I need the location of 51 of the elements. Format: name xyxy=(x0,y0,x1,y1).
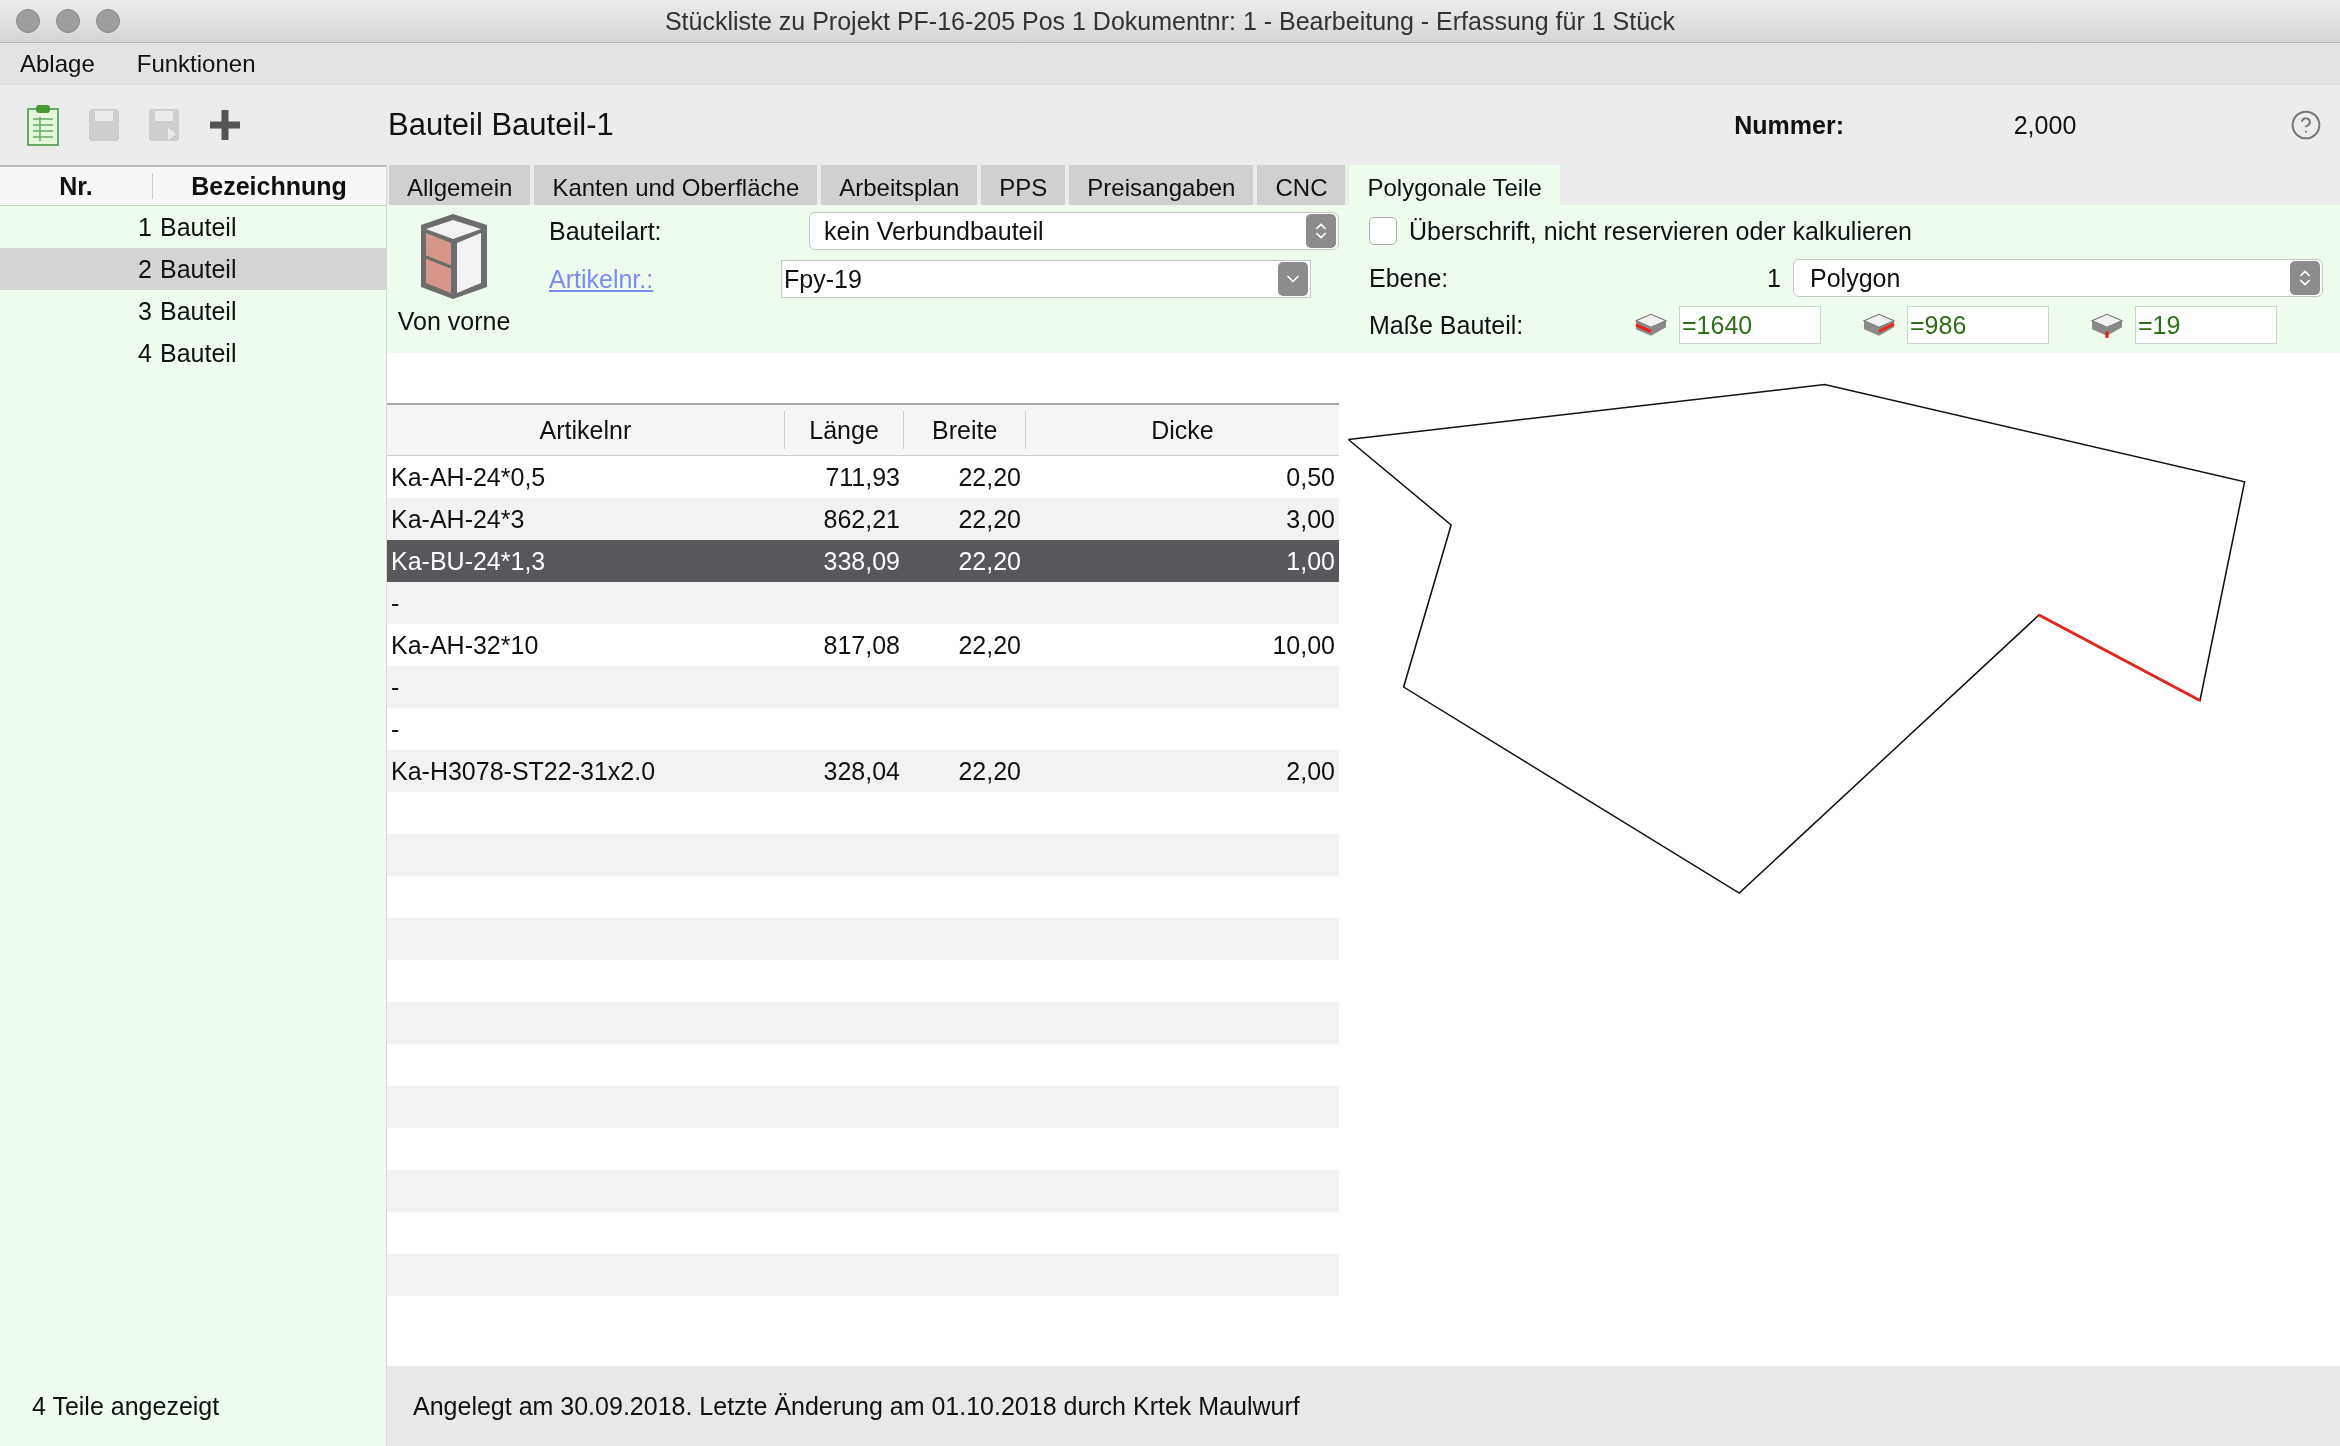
status-text: Angelegt am 30.09.2018. Letzte Änderung am 01.10.2018 durch Krtek Maulwurf xyxy=(413,1391,1300,1421)
dimension-field[interactable]: =986 xyxy=(1907,306,2049,344)
tab[interactable]: Allgemein xyxy=(389,165,531,205)
tab[interactable]: Preisangaben xyxy=(1069,165,1254,205)
table-row[interactable]: Ka-BU-24*1,3 338,09 22,20 1,00 xyxy=(387,540,1339,582)
part-list-row[interactable]: 2 Bauteil xyxy=(0,248,386,290)
field-label: Ebene: xyxy=(1368,263,1450,293)
part-list-row[interactable]: 4 Bauteil xyxy=(0,332,386,374)
tab[interactable]: PPS xyxy=(981,165,1066,205)
checkbox[interactable] xyxy=(1369,217,1397,245)
table-row[interactable]: Ka-H3078-ST22-31x2.0 328,04 22,20 2,00 xyxy=(387,750,1339,792)
number-label: Nummer: xyxy=(1734,110,1844,140)
close-window-button[interactable] xyxy=(16,9,40,33)
article-combo-box[interactable]: Fpy-19 xyxy=(781,260,1311,298)
number-value: 2,000 xyxy=(2012,110,2078,140)
tab[interactable]: CNC xyxy=(1257,165,1346,205)
column-header[interactable]: Nr. xyxy=(0,173,153,199)
part-title: Bauteil Bauteil-1 xyxy=(388,107,614,143)
field-label: Maße Bauteil: xyxy=(1368,310,1525,340)
add-button[interactable] xyxy=(208,108,242,142)
help-icon[interactable] xyxy=(2290,109,2322,141)
menu-item[interactable]: Ablage xyxy=(20,50,95,78)
minimize-window-button[interactable] xyxy=(56,9,80,33)
table-row[interactable]: Ka-AH-24*3 862,21 22,20 3,00 xyxy=(387,498,1339,540)
field-label: Bauteilart: xyxy=(548,216,663,246)
dimension-field[interactable]: =19 xyxy=(2135,306,2277,344)
window-title: Stückliste zu Projekt PF-16-205 Pos 1 Dokumentnr: 1 - Bearbeitung - Erfassung für 1 Stück xyxy=(663,6,1677,36)
layer-number: 1 xyxy=(1766,263,1781,293)
checkbox-label: Überschrift, nicht reservieren oder kalkulieren xyxy=(1409,216,1912,246)
dimension-field[interactable]: =1640 xyxy=(1679,306,1821,344)
preview-caption: Von vorne xyxy=(397,307,511,336)
part-type-select[interactable]: kein Verbundbauteil xyxy=(809,212,1339,250)
layer-select[interactable]: Polygon xyxy=(1793,259,2323,297)
plus-icon xyxy=(208,108,242,142)
tab[interactable]: Arbeitsplan xyxy=(821,165,978,205)
column-header[interactable]: Artikelnr xyxy=(387,411,785,449)
table-row[interactable]: - xyxy=(387,582,1339,624)
menu-item[interactable]: Funktionen xyxy=(136,50,256,78)
parts-list-button[interactable] xyxy=(26,103,60,147)
table-row[interactable]: - xyxy=(387,666,1339,708)
parts-count: 4 Teile angezeigt xyxy=(32,1391,220,1421)
zoom-window-button[interactable] xyxy=(96,9,120,33)
tab[interactable]: Polygonale Teile xyxy=(1349,165,1560,205)
column-header[interactable]: Breite xyxy=(904,411,1026,449)
column-header[interactable]: Dicke xyxy=(1026,405,1339,455)
clipboard-list-icon xyxy=(26,103,60,147)
column-header[interactable]: Länge xyxy=(784,411,905,449)
part-list-row[interactable]: 3 Bauteil xyxy=(0,290,386,332)
tab[interactable]: Kanten und Oberfläche xyxy=(534,165,818,205)
column-header[interactable]: Bezeichnung xyxy=(153,167,385,205)
part-list-row[interactable]: 1 Bauteil xyxy=(0,206,386,248)
